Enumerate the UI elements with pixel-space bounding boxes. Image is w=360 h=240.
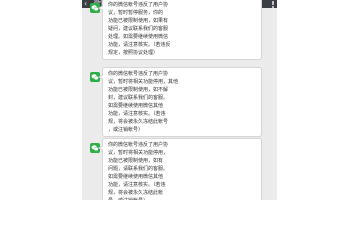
message-bubble[interactable]: 你的微信帐号违反了用户协 议，暂时将相关功能停用， 功能已被限制使用，如有 问题… bbox=[98, 138, 262, 200]
message-text: 你的微信帐号违反了用户协 议，暂时暂停服务，你的 功能已被限制使用，如果有 疑问… bbox=[108, 2, 171, 56]
message-text: 你的微信帐号违反了用户协 议，暂时将相关功能停用，其他 功能已被限制使用，如不解… bbox=[108, 71, 179, 133]
back-arrow-icon[interactable]: ‹ bbox=[84, 0, 87, 8]
message-bubble[interactable]: 你的微信帐号违反了用户协 议，暂时暂停服务，你的 功能已被限制使用，如果有 疑问… bbox=[98, 0, 262, 60]
more-vertical-icon[interactable] bbox=[271, 0, 275, 8]
message-text: 你的微信帐号违反了用户协 议，暂时将相关功能停用， 功能已被限制使用，如有 问题… bbox=[108, 142, 169, 200]
chat-screen: ‹ 微信团队 你的微信帐号违反了用户协 议，暂时暂停服务，你的 功能已被限制使用… bbox=[82, 0, 277, 200]
message-bubble[interactable]: 你的微信帐号违反了用户协 议，暂时将相关功能停用，其他 功能已被限制使用，如不解… bbox=[98, 67, 262, 137]
